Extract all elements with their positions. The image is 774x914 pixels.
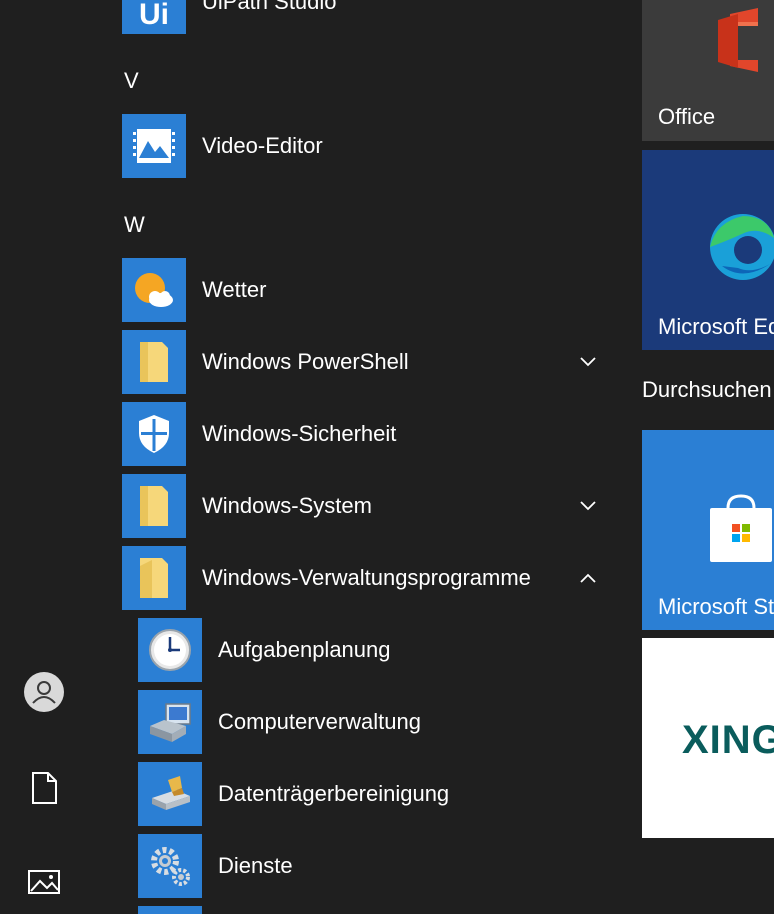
app-label: Windows-System [202, 493, 372, 518]
group-letter-v[interactable]: V [124, 68, 139, 94]
chevron-up-icon[interactable] [576, 566, 600, 590]
store-icon [710, 494, 772, 562]
shield-icon [122, 402, 186, 466]
app-label: Video-Editor [202, 133, 323, 158]
folder-icon [122, 330, 186, 394]
user-account-button[interactable] [20, 668, 68, 716]
tile-label: Microsoft Edge [658, 314, 774, 339]
folder-icon [122, 474, 186, 538]
pictures-icon [28, 870, 60, 894]
app-list: Ui UiPath Studio V Video-Editor W Wetter… [88, 0, 618, 914]
chevron-down-icon[interactable] [576, 494, 600, 518]
app-item-computerverwaltung[interactable]: Computerverwaltung [138, 690, 618, 754]
app-item-uipath-studio[interactable]: Ui UiPath Studio [122, 0, 618, 34]
app-label: Windows PowerShell [202, 349, 409, 374]
tile-microsoft-store[interactable]: Microsoft Store [642, 430, 774, 630]
app-item-windows-powershell[interactable]: Windows PowerShell [122, 330, 618, 394]
app-label: Datenträgerbereinigung [218, 781, 450, 806]
tile-office[interactable]: Office [642, 0, 774, 141]
tile-label: Microsoft Store [658, 594, 774, 619]
app-label: Windows-Verwaltungsprogramme [202, 565, 531, 590]
user-icon [24, 672, 64, 712]
app-label: Wetter [202, 277, 267, 302]
edge-icon [710, 214, 774, 280]
clock-icon [138, 618, 202, 682]
app-label: Dienste [218, 853, 293, 878]
tile-label: Office [658, 104, 716, 129]
app-item-video-editor[interactable]: Video-Editor [122, 114, 618, 178]
group-letter-w[interactable]: W [124, 212, 145, 238]
app-item-dienste[interactable]: Dienste [138, 834, 618, 898]
partial-app-tile [138, 906, 202, 914]
tiles-panel: Office Microsoft Edge Durchsuchen Micros… [642, 0, 774, 914]
app-label: Computerverwaltung [218, 709, 421, 734]
app-label: Windows-Sicherheit [202, 421, 397, 446]
app-item-aufgabenplanung[interactable]: Aufgabenplanung [138, 618, 618, 682]
documents-button[interactable] [20, 764, 68, 812]
section-title-durchsuchen: Durchsuchen [642, 377, 772, 402]
computer-management-icon [138, 690, 202, 754]
weather-icon [122, 258, 186, 322]
gears-icon [138, 834, 202, 898]
app-label: Aufgabenplanung [218, 637, 391, 662]
uipath-icon: Ui [122, 0, 186, 34]
tile-microsoft-edge[interactable]: Microsoft Edge [642, 150, 774, 350]
pictures-button[interactable] [20, 858, 68, 906]
document-icon [32, 772, 57, 804]
xing-logo: XING [682, 718, 774, 762]
app-label: UiPath Studio [202, 0, 337, 14]
app-item-windows-sicherheit[interactable]: Windows-Sicherheit [122, 402, 618, 466]
video-editor-icon [122, 114, 186, 178]
tile-xing[interactable]: XING [642, 638, 774, 838]
folder-open-icon [122, 546, 186, 610]
app-item-wetter[interactable]: Wetter [122, 258, 618, 322]
chevron-down-icon[interactable] [576, 350, 600, 374]
start-rail [0, 0, 88, 914]
office-icon [718, 8, 758, 72]
app-item-datentraegerbereinigung[interactable]: Datenträgerbereinigung [138, 762, 618, 826]
disk-cleanup-icon [138, 762, 202, 826]
app-item-windows-system[interactable]: Windows-System [122, 474, 618, 538]
app-item-windows-verwaltungsprogramme[interactable]: Windows-Verwaltungsprogramme [122, 546, 618, 610]
